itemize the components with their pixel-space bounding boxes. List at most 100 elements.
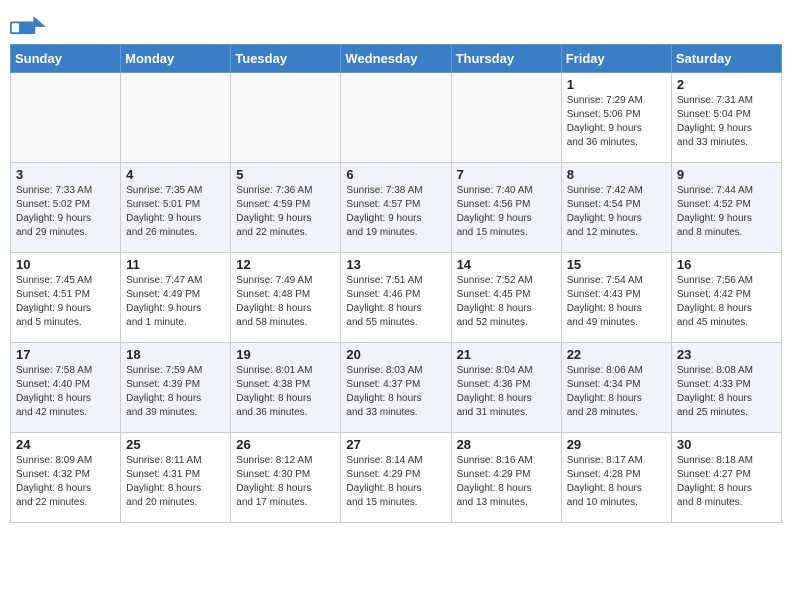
calendar-cell: 16 Sunrise: 7:56 AM Sunset: 4:42 PM Dayli… [671,253,781,343]
day-number: 7 [457,167,556,182]
day-info: Sunrise: 8:01 AM Sunset: 4:38 PM Dayligh… [236,364,335,420]
weekday-header-monday: Monday [121,45,231,73]
weekday-header-saturday: Saturday [671,45,781,73]
calendar-cell [231,73,341,163]
day-number: 5 [236,167,335,182]
day-info: Sunrise: 7:54 AM Sunset: 4:43 PM Dayligh… [567,274,666,330]
calendar-cell: 24 Sunrise: 8:09 AM Sunset: 4:32 PM Dayli… [11,433,121,523]
calendar-week-1: 1 Sunrise: 7:29 AM Sunset: 5:06 PM Daylig… [11,73,782,163]
day-info: Sunrise: 8:09 AM Sunset: 4:32 PM Dayligh… [16,454,115,510]
day-number: 23 [677,347,776,362]
calendar-cell: 5 Sunrise: 7:36 AM Sunset: 4:59 PM Daylig… [231,163,341,253]
calendar-week-3: 10 Sunrise: 7:45 AM Sunset: 4:51 PM Dayli… [11,253,782,343]
calendar-week-5: 24 Sunrise: 8:09 AM Sunset: 4:32 PM Dayli… [11,433,782,523]
day-info: Sunrise: 7:31 AM Sunset: 5:04 PM Dayligh… [677,94,776,150]
calendar-cell: 4 Sunrise: 7:35 AM Sunset: 5:01 PM Daylig… [121,163,231,253]
calendar-cell: 9Sunrise: 7:44 AM Sunset: 4:52 PM Daylig… [671,163,781,253]
weekday-header-thursday: Thursday [451,45,561,73]
day-number: 11 [126,257,225,272]
day-number: 28 [457,437,556,452]
day-info: Sunrise: 7:52 AM Sunset: 4:45 PM Dayligh… [457,274,556,330]
day-number: 24 [16,437,115,452]
header [10,10,782,38]
calendar-cell [451,73,561,163]
day-info: Sunrise: 8:12 AM Sunset: 4:30 PM Dayligh… [236,454,335,510]
day-number: 12 [236,257,335,272]
weekday-header-tuesday: Tuesday [231,45,341,73]
day-info: Sunrise: 8:17 AM Sunset: 4:28 PM Dayligh… [567,454,666,510]
day-info: Sunrise: 7:58 AM Sunset: 4:40 PM Dayligh… [16,364,115,420]
calendar-cell: 20Sunrise: 8:03 AM Sunset: 4:37 PM Dayli… [341,343,451,433]
day-number: 19 [236,347,335,362]
calendar-cell: 1 Sunrise: 7:29 AM Sunset: 5:06 PM Daylig… [561,73,671,163]
day-info: Sunrise: 7:42 AM Sunset: 4:54 PM Dayligh… [567,184,666,240]
calendar-cell: 27Sunrise: 8:14 AM Sunset: 4:29 PM Dayli… [341,433,451,523]
day-number: 4 [126,167,225,182]
calendar-cell: 26Sunrise: 8:12 AM Sunset: 4:30 PM Dayli… [231,433,341,523]
day-info: Sunrise: 7:49 AM Sunset: 4:48 PM Dayligh… [236,274,335,330]
calendar-cell: 18 Sunrise: 7:59 AM Sunset: 4:39 PM Dayli… [121,343,231,433]
day-number: 16 [677,257,776,272]
day-info: Sunrise: 8:04 AM Sunset: 4:36 PM Dayligh… [457,364,556,420]
day-info: Sunrise: 8:16 AM Sunset: 4:29 PM Dayligh… [457,454,556,510]
day-info: Sunrise: 7:38 AM Sunset: 4:57 PM Dayligh… [346,184,445,240]
day-number: 1 [567,77,666,92]
calendar-cell [11,73,121,163]
calendar: SundayMondayTuesdayWednesdayThursdayFrid… [10,44,782,523]
day-info: Sunrise: 7:36 AM Sunset: 4:59 PM Dayligh… [236,184,335,240]
logo-icon [10,14,46,38]
day-number: 3 [16,167,115,182]
calendar-week-4: 17Sunrise: 7:58 AM Sunset: 4:40 PM Dayli… [11,343,782,433]
day-info: Sunrise: 8:11 AM Sunset: 4:31 PM Dayligh… [126,454,225,510]
day-number: 14 [457,257,556,272]
day-info: Sunrise: 7:59 AM Sunset: 4:39 PM Dayligh… [126,364,225,420]
day-number: 15 [567,257,666,272]
calendar-cell: 10 Sunrise: 7:45 AM Sunset: 4:51 PM Dayli… [11,253,121,343]
day-number: 9 [677,167,776,182]
day-info: Sunrise: 8:08 AM Sunset: 4:33 PM Dayligh… [677,364,776,420]
calendar-cell: 23 Sunrise: 8:08 AM Sunset: 4:33 PM Dayli… [671,343,781,433]
day-number: 8 [567,167,666,182]
day-number: 27 [346,437,445,452]
day-info: Sunrise: 7:45 AM Sunset: 4:51 PM Dayligh… [16,274,115,330]
calendar-cell: 3Sunrise: 7:33 AM Sunset: 5:02 PM Daylig… [11,163,121,253]
calendar-cell: 21 Sunrise: 8:04 AM Sunset: 4:36 PM Dayli… [451,343,561,433]
weekday-header-sunday: Sunday [11,45,121,73]
calendar-cell: 28 Sunrise: 8:16 AM Sunset: 4:29 PM Dayli… [451,433,561,523]
day-number: 20 [346,347,445,362]
calendar-cell: 6 Sunrise: 7:38 AM Sunset: 4:57 PM Daylig… [341,163,451,253]
day-number: 25 [126,437,225,452]
day-info: Sunrise: 7:47 AM Sunset: 4:49 PM Dayligh… [126,274,225,330]
calendar-week-2: 3Sunrise: 7:33 AM Sunset: 5:02 PM Daylig… [11,163,782,253]
day-number: 22 [567,347,666,362]
day-info: Sunrise: 7:56 AM Sunset: 4:42 PM Dayligh… [677,274,776,330]
calendar-cell: 11 Sunrise: 7:47 AM Sunset: 4:49 PM Dayli… [121,253,231,343]
weekday-header-friday: Friday [561,45,671,73]
calendar-cell: 22Sunrise: 8:06 AM Sunset: 4:34 PM Dayli… [561,343,671,433]
day-info: Sunrise: 7:51 AM Sunset: 4:46 PM Dayligh… [346,274,445,330]
calendar-cell: 25 Sunrise: 8:11 AM Sunset: 4:31 PM Dayli… [121,433,231,523]
day-number: 10 [16,257,115,272]
day-info: Sunrise: 7:35 AM Sunset: 5:01 PM Dayligh… [126,184,225,240]
calendar-cell: 17Sunrise: 7:58 AM Sunset: 4:40 PM Dayli… [11,343,121,433]
calendar-cell: 8 Sunrise: 7:42 AM Sunset: 4:54 PM Daylig… [561,163,671,253]
day-number: 29 [567,437,666,452]
calendar-cell: 7Sunrise: 7:40 AM Sunset: 4:56 PM Daylig… [451,163,561,253]
calendar-cell [341,73,451,163]
day-info: Sunrise: 7:29 AM Sunset: 5:06 PM Dayligh… [567,94,666,150]
calendar-cell: 29 Sunrise: 8:17 AM Sunset: 4:28 PM Dayli… [561,433,671,523]
calendar-cell: 12 Sunrise: 7:49 AM Sunset: 4:48 PM Dayli… [231,253,341,343]
day-number: 30 [677,437,776,452]
calendar-cell: 19 Sunrise: 8:01 AM Sunset: 4:38 PM Dayli… [231,343,341,433]
calendar-cell: 2Sunrise: 7:31 AM Sunset: 5:04 PM Daylig… [671,73,781,163]
day-number: 13 [346,257,445,272]
day-number: 18 [126,347,225,362]
calendar-cell [121,73,231,163]
logo [10,14,50,38]
day-number: 6 [346,167,445,182]
weekday-header-wednesday: Wednesday [341,45,451,73]
calendar-cell: 14 Sunrise: 7:52 AM Sunset: 4:45 PM Dayli… [451,253,561,343]
day-number: 21 [457,347,556,362]
calendar-cell: 15 Sunrise: 7:54 AM Sunset: 4:43 PM Dayli… [561,253,671,343]
day-info: Sunrise: 8:18 AM Sunset: 4:27 PM Dayligh… [677,454,776,510]
